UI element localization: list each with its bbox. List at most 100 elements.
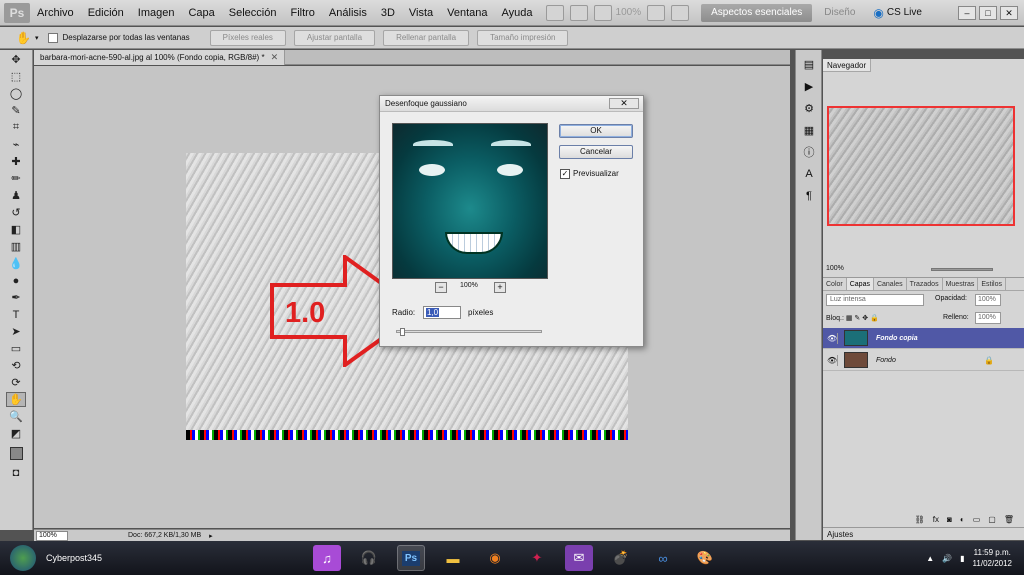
history-brush-tool-icon[interactable]: ↺ [6,205,26,220]
eyedropper-tool-icon[interactable]: ⌁ [6,137,26,152]
ok-button[interactable]: OK [559,124,633,138]
healing-brush-tool-icon[interactable]: ✚ [6,154,26,169]
bomb-icon[interactable]: 💣 [607,545,635,571]
adjustment-layer-icon[interactable]: ◐ [960,515,965,524]
move-tool-icon[interactable]: ✥ [6,52,26,67]
zoom-field[interactable]: 100% [36,530,68,541]
menu-edicion[interactable]: Edición [81,0,131,26]
network-icon[interactable]: ▮ [960,554,964,563]
3d-rotate-tool-icon[interactable]: ⟲ [6,358,26,373]
lasso-tool-icon[interactable]: ◯ [6,86,26,101]
color-swatches-icon[interactable] [6,443,26,463]
dialog-close-icon[interactable]: ✕ [609,98,639,109]
quick-select-tool-icon[interactable]: ✎ [6,103,26,118]
layer-row-fondo[interactable]: 👁 Fondo 🔒 [823,350,1024,371]
marquee-tool-icon[interactable]: ⬚ [6,69,26,84]
launch-bridge-icon[interactable] [545,4,564,21]
paragraph-panel-icon[interactable]: ¶ [800,188,818,204]
fill-input[interactable]: 100% [975,312,1001,324]
crop-tool-icon[interactable]: ⌗ [6,120,26,135]
mail-icon[interactable]: ✉ [565,545,593,571]
maximize-icon[interactable]: □ [979,5,997,20]
clone-stamp-tool-icon[interactable]: ♟ [6,188,26,203]
adjustments-tab[interactable]: Ajustes [823,527,1024,540]
itunes-icon[interactable]: ♫ [313,545,341,571]
tab-styles[interactable]: Estilos [978,278,1006,290]
navigator-tab[interactable]: Navegador [823,59,871,72]
menu-seleccion[interactable]: Selección [222,0,284,26]
screen-mode-icon[interactable] [671,4,690,21]
volume-icon[interactable]: 🔊 [942,554,952,563]
radius-slider-track[interactable] [396,330,542,333]
actions-panel-icon[interactable]: ▶ [800,78,818,94]
radius-slider-thumb[interactable] [400,328,405,336]
scroll-all-windows-checkbox[interactable] [48,32,59,43]
view-extras-icon[interactable] [593,4,612,21]
new-group-icon[interactable]: ▭ [973,515,981,524]
infinity-icon[interactable]: ∞ [649,545,677,571]
minimize-icon[interactable]: – [958,5,976,20]
workspace-design-button[interactable]: Diseño [824,7,855,18]
clock[interactable]: 11:59 p.m. 11/02/2012 [973,547,1012,569]
layer-row-fondo-copia[interactable]: 👁 Fondo copia [823,328,1024,349]
explorer-icon[interactable]: ▬ [439,545,467,571]
menu-capa[interactable]: Capa [181,0,221,26]
cancel-button[interactable]: Cancelar [559,145,633,159]
headphones-icon[interactable]: 🎧 [355,545,383,571]
preview-checkbox[interactable]: ✓ [560,169,570,179]
workspace-essentials-button[interactable]: Aspectos esenciales [701,3,813,22]
type-tool-icon[interactable]: T [6,307,26,322]
radius-input[interactable]: 1,0 [423,306,461,319]
history-panel-icon[interactable]: ▤ [800,56,818,72]
menu-3d[interactable]: 3D [374,0,402,26]
zoom-level-menu[interactable]: 100% [616,7,642,18]
preview-zoom-out-button[interactable]: − [435,282,447,293]
fit-screen-button[interactable]: Ajustar pantalla [293,29,376,46]
lock-options-icon[interactable]: ▦ ✎ ✥ 🔒 [846,315,879,322]
close-icon[interactable]: ✕ [1000,5,1018,20]
close-document-icon[interactable]: ✕ [271,50,279,65]
quick-mask-icon[interactable]: ◘ [6,465,26,480]
menu-vista[interactable]: Vista [402,0,440,26]
layer-mask-icon[interactable]: ◙ [947,515,952,524]
document-tab[interactable]: barbara-mori-acne-590-al.jpg al 100% (Fo… [34,50,286,65]
menu-imagen[interactable]: Imagen [131,0,182,26]
status-menu-icon[interactable]: ▸ [209,532,213,540]
filter-preview[interactable] [392,123,548,279]
histogram-panel-icon[interactable]: ▦ [800,122,818,138]
delete-layer-icon[interactable]: 🗑 [1004,515,1014,524]
print-size-button[interactable]: Tamaño impresión [477,29,569,46]
hand-tool-icon[interactable]: ✋ [16,31,31,45]
navigator-zoom-level[interactable]: 100% [826,265,844,272]
photoshop-taskbar-icon[interactable]: Ps [397,545,425,571]
mini-bridge-icon[interactable] [569,4,588,21]
menu-analisis[interactable]: Análisis [322,0,374,26]
tab-paths[interactable]: Trazados [907,278,943,290]
new-layer-icon[interactable]: ▢ [988,515,996,524]
fill-screen-button[interactable]: Rellenar pantalla [383,29,470,46]
opacity-input[interactable]: 100% [975,294,1001,306]
tab-swatches[interactable]: Muestras [943,278,979,290]
actual-pixels-button[interactable]: Píxeles reales [209,29,286,46]
arrange-documents-icon[interactable] [647,4,666,21]
start-button[interactable] [10,545,36,571]
preview-zoom-in-button[interactable]: + [494,282,506,293]
menu-archivo[interactable]: Archivo [30,0,81,26]
path-select-tool-icon[interactable]: ➤ [6,324,26,339]
menu-ayuda[interactable]: Ayuda [495,0,540,26]
tab-layers[interactable]: Capas [846,278,874,290]
shape-tool-icon[interactable]: ▭ [6,341,26,356]
3d-orbit-tool-icon[interactable]: ⟳ [6,375,26,390]
zoom-tool-icon[interactable]: 🔍 [6,409,26,424]
dodge-tool-icon[interactable]: ● [6,273,26,288]
tray-arrow-icon[interactable]: ▲ [926,554,934,563]
hand-tool-icon[interactable]: ✋ [6,392,26,407]
tab-channels[interactable]: Canales [874,278,907,290]
firefox-icon[interactable]: ◉ [481,545,509,571]
eye-icon[interactable]: 👁 [827,332,838,344]
tool-presets-icon[interactable]: ⚙ [800,100,818,116]
navigator-zoom-slider[interactable] [931,268,993,271]
link-layers-icon[interactable]: ⛓ [915,515,925,524]
eraser-tool-icon[interactable]: ◧ [6,222,26,237]
character-panel-icon[interactable]: A [800,166,818,182]
